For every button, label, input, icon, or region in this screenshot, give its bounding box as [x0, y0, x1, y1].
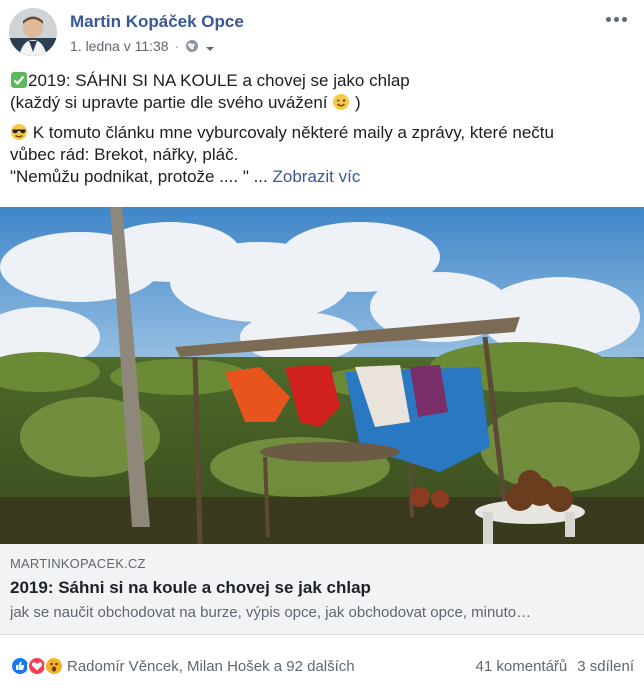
- globe-icon[interactable]: [185, 39, 199, 53]
- post-body: 2019: SÁHNI SI NA KOULE a chovej se jako…: [10, 70, 630, 188]
- audience-dropdown-icon[interactable]: [205, 41, 215, 51]
- link-domain: MARTINKOPACEK.CZ: [10, 556, 146, 571]
- reaction-icons[interactable]: [10, 656, 64, 676]
- post-line-3: K tomuto článku mne vyburcovaly některé …: [10, 122, 630, 144]
- more-options-icon[interactable]: [606, 12, 630, 26]
- author-name[interactable]: Martin Kopáček Opce: [70, 12, 244, 32]
- post-line-2: (každý si upravte partie dle svého uváže…: [10, 92, 630, 114]
- post-line-1: 2019: SÁHNI SI NA KOULE a chovej se jako…: [10, 70, 630, 92]
- link-preview-meta[interactable]: MARTINKOPACEK.CZ 2019: Sáhni si na koule…: [0, 544, 644, 635]
- post-meta: 1. ledna v 11:38 ·: [70, 38, 215, 54]
- wow-reaction-icon: [44, 656, 64, 676]
- post-headline: 2019: SÁHNI SI NA KOULE a chovej se jako…: [28, 71, 410, 90]
- shares-count[interactable]: 3 sdílení: [577, 658, 634, 675]
- post-text-fragment: K tomuto článku mne vyburcovaly některé …: [32, 123, 554, 142]
- sunglasses-emoji-icon: [10, 123, 28, 141]
- engagement-counts: 41 komentářů 3 sdílení: [476, 658, 634, 675]
- link-preview-image[interactable]: [0, 207, 644, 544]
- see-more-link[interactable]: Zobrazit víc: [272, 167, 360, 186]
- check-mark-emoji-icon: [10, 71, 28, 89]
- author-avatar[interactable]: [9, 8, 57, 56]
- post-text-fragment: ): [354, 93, 361, 112]
- winking-face-emoji-icon: [332, 93, 350, 111]
- meta-separator: ·: [174, 38, 180, 54]
- post-line-4: vůbec rád: Brekot, nářky, pláč.: [10, 145, 239, 164]
- post-text-fragment: (každý si upravte partie dle svého uváže…: [10, 93, 328, 112]
- link-title[interactable]: 2019: Sáhni si na koule a chovej se jak …: [10, 578, 634, 598]
- post-header: Martin Kopáček Opce 1. ledna v 11:38 ·: [0, 0, 644, 62]
- link-description: jak se naučit obchodovat na burze, výpis…: [10, 604, 532, 621]
- post-date[interactable]: 1. ledna v 11:38: [70, 38, 169, 54]
- reactors-summary[interactable]: Radomír Věncek, Milan Hošek a 92 dalších: [67, 658, 355, 675]
- reactions-bar: Radomír Věncek, Milan Hošek a 92 dalších…: [0, 648, 644, 684]
- post-line-5: "Nemůžu podnikat, protože .... " ... Zob…: [10, 166, 630, 188]
- comments-count[interactable]: 41 komentářů: [476, 658, 568, 675]
- post-text-fragment: "Nemůžu podnikat, protože .... " ...: [10, 167, 268, 186]
